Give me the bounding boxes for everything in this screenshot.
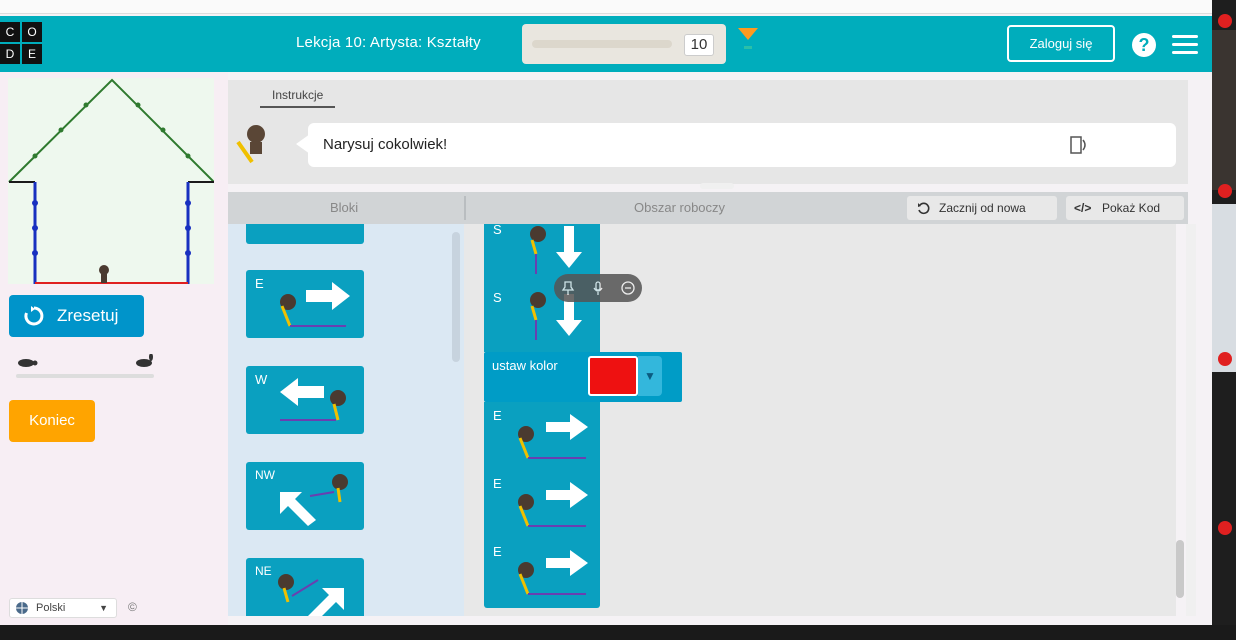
workspace-block-east-3[interactable]: E <box>484 538 600 608</box>
toolbox-header: Bloki <box>330 200 359 215</box>
workspace-block-east-1[interactable]: E <box>484 402 600 470</box>
color-swatch[interactable] <box>588 356 638 396</box>
floating-toolbar <box>554 274 642 302</box>
set-color-label: ustaw kolor <box>492 358 558 373</box>
pin-icon[interactable] <box>560 280 576 296</box>
reset-icon <box>24 306 44 326</box>
speed-track[interactable] <box>16 374 154 378</box>
toolbox-block-partial[interactable] <box>246 224 364 244</box>
level-number-button[interactable]: 10 <box>684 34 714 56</box>
microphone-icon[interactable] <box>590 280 606 296</box>
logo-letter-c: C <box>0 22 20 42</box>
show-code-label: Pokaż Kod <box>1102 201 1161 215</box>
artist-sprite-icon <box>278 574 319 603</box>
artist-sprite-icon <box>518 426 586 459</box>
drawing-canvas <box>8 78 214 284</box>
muted-mic-icon <box>1218 14 1232 28</box>
tab-instructions[interactable]: Instrukcje <box>260 84 336 108</box>
chevron-down-icon[interactable]: ▼ <box>638 356 662 396</box>
artist-avatar-icon <box>236 125 265 164</box>
block-direction: S <box>493 224 502 237</box>
minus-circle-icon[interactable] <box>620 280 636 296</box>
block-direction: S <box>493 290 502 305</box>
toolbox-block-northeast[interactable]: NE <box>246 558 364 616</box>
muted-mic-icon <box>1218 352 1232 366</box>
top-header: C O D E Lekcja 10: Artysta: Kształty 10 … <box>0 16 1212 72</box>
copyright-icon[interactable]: © <box>128 600 142 614</box>
toolbox-block-east[interactable]: E <box>246 270 364 338</box>
undo-icon <box>918 202 930 215</box>
left-panel: Zresetuj Koniec Polski ▼ © <box>0 72 228 625</box>
logo-letter-d: D <box>0 44 20 64</box>
login-button[interactable]: Zaloguj się <box>1007 25 1115 62</box>
workspace-scrollbar[interactable] <box>1176 540 1184 598</box>
code-icon: </> <box>1074 201 1092 215</box>
logo-letter-o: O <box>22 22 42 42</box>
level-progress: 10 <box>522 24 726 64</box>
chevron-down-icon: ▼ <box>99 603 108 613</box>
arrow-down-icon <box>556 226 582 268</box>
speaker-icon[interactable] <box>1070 134 1088 156</box>
video-tile-1 <box>1212 30 1236 190</box>
block-direction: E <box>493 544 502 559</box>
artist-sprite-icon <box>518 494 586 527</box>
help-icon[interactable]: ? <box>1132 33 1156 57</box>
speed-slider[interactable] <box>14 352 156 382</box>
restart-button[interactable]: Zacznij od nowa <box>907 196 1057 220</box>
block-direction: NW <box>255 468 275 482</box>
resize-handle[interactable] <box>700 183 734 189</box>
workspace-title: Obszar roboczy <box>634 200 726 215</box>
logo-letter-e: E <box>22 44 42 64</box>
artist-sprite-icon <box>530 292 546 340</box>
globe-icon <box>16 602 28 614</box>
artist-sprite-icon <box>309 474 348 503</box>
app-frame: C O D E Lekcja 10: Artysta: Kształty 10 … <box>0 0 1212 625</box>
turtle-icon <box>18 359 38 367</box>
menu-icon[interactable] <box>1172 35 1198 55</box>
toolbox: E W NW NE <box>228 224 464 616</box>
workspace-block-east-2[interactable]: E <box>484 470 600 538</box>
workspace-edge <box>1186 224 1196 616</box>
block-direction: E <box>255 276 264 291</box>
reset-label: Zresetuj <box>57 306 119 325</box>
artist-sprite-icon <box>530 226 546 274</box>
browser-strip <box>0 0 1212 14</box>
header-divider <box>464 196 466 220</box>
lesson-title: Lekcja 10: Artysta: Kształty <box>296 34 481 51</box>
muted-mic-icon <box>1218 521 1232 535</box>
reset-button[interactable]: Zresetuj <box>9 295 144 337</box>
toolbox-scrollbar[interactable] <box>452 232 460 362</box>
trophy-icon[interactable] <box>736 26 760 56</box>
artist-sprite-icon <box>518 562 586 595</box>
artist-sprite-icon <box>280 294 346 327</box>
rabbit-icon <box>136 354 153 367</box>
muted-mic-icon <box>1218 184 1232 198</box>
restart-label: Zacznij od nowa <box>939 201 1026 215</box>
block-direction: E <box>493 408 502 423</box>
progress-bar <box>532 40 672 48</box>
block-direction: W <box>255 372 268 387</box>
code-logo[interactable]: C O D E <box>0 22 44 64</box>
artist-sprite-icon <box>280 390 346 421</box>
set-color-block[interactable]: ustaw kolor ▼ <box>484 352 682 402</box>
show-code-button[interactable]: </> Pokaż Kod <box>1066 196 1184 220</box>
video-tile-2 <box>1212 204 1236 372</box>
block-direction: E <box>493 476 502 491</box>
language-label: Polski <box>36 602 66 614</box>
taskbar <box>0 625 1236 640</box>
instruction-bubble: Narysuj cokolwiek! <box>308 123 1176 167</box>
instruction-text: Narysuj cokolwiek! <box>323 136 448 153</box>
toolbox-block-west[interactable]: W <box>246 366 364 434</box>
language-select[interactable]: Polski ▼ <box>9 598 117 618</box>
finish-button[interactable]: Koniec <box>9 400 95 442</box>
toolbox-block-northwest[interactable]: NW <box>246 462 364 530</box>
